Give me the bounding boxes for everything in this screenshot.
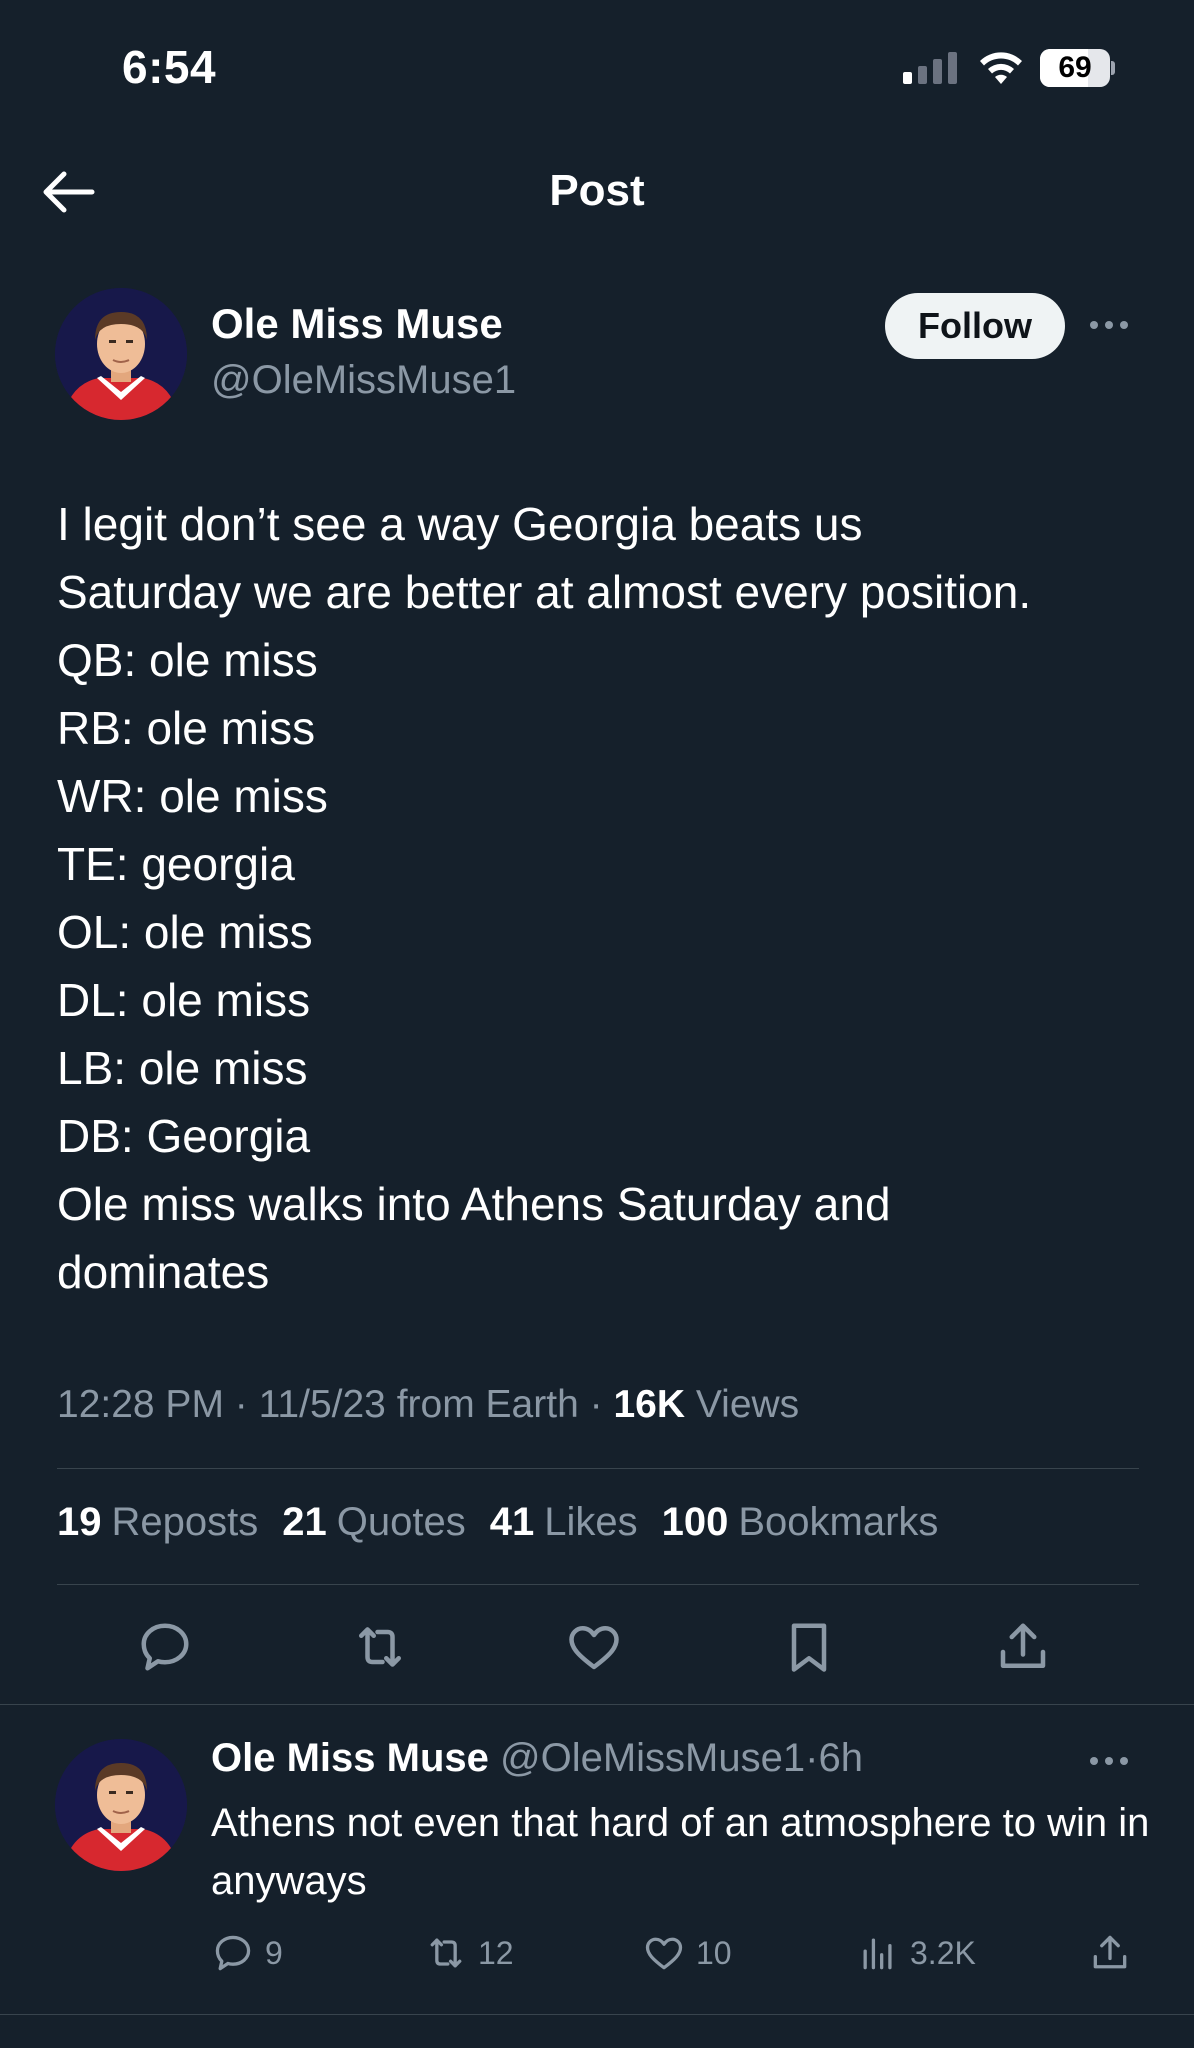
views-label: Views xyxy=(695,1383,800,1426)
likes-stat[interactable]: 41 Likes xyxy=(490,1500,638,1545)
repost-count: 12 xyxy=(478,1934,514,1971)
divider xyxy=(0,2014,1194,2015)
divider xyxy=(57,1468,1139,1469)
like-count: 10 xyxy=(696,1934,732,1971)
engagement-stats: 19 Reposts 21 Quotes 41 Likes 100 Bookmarks xyxy=(57,1500,938,1545)
reply-count: 9 xyxy=(265,1934,283,1971)
reply-like-button[interactable]: 10 xyxy=(642,1925,732,1981)
post-line: DL: ole miss xyxy=(57,974,311,1026)
likes-count: 41 xyxy=(489,1500,535,1544)
reply-comment-button[interactable]: 9 xyxy=(211,1925,283,1981)
like-icon[interactable] xyxy=(564,1617,624,1677)
status-time: 6:54 xyxy=(122,41,217,93)
post-line: DB: Georgia xyxy=(57,1110,311,1162)
post-line: QB: ole miss xyxy=(57,634,318,686)
battery-percentage: 69 xyxy=(1058,51,1092,84)
author-handle[interactable]: @OleMissMuse1 xyxy=(211,358,516,403)
post-line: Ole miss walks into Athens Saturday and xyxy=(57,1178,891,1230)
post-metadata: 12:28 PM · 11/5/23 from Earth · 16K View… xyxy=(57,1383,799,1427)
reply-more-options-icon[interactable] xyxy=(1090,1754,1136,1768)
bookmarks-count: 100 xyxy=(661,1500,729,1544)
like-icon xyxy=(645,1937,683,1970)
post-line: Saturday we are better at almost every p… xyxy=(57,566,1032,618)
views-chart-icon xyxy=(863,1938,892,1970)
post-text: I legit don’t see a way Georgia beats us… xyxy=(57,490,1157,1306)
quotes-label: Quotes xyxy=(336,1500,466,1544)
wifi-icon xyxy=(980,52,1022,84)
separator: · xyxy=(589,1383,603,1426)
author-avatar[interactable] xyxy=(55,288,187,420)
reply-icon xyxy=(215,1935,251,1971)
separator: · xyxy=(805,1736,819,1780)
views-count: 16K xyxy=(613,1383,685,1426)
reply-text: Athens not even that hard of an atmosphe… xyxy=(211,1801,1150,1903)
post-date: 11/5/23 xyxy=(258,1383,386,1426)
post-line: I legit don’t see a way Georgia beats us xyxy=(57,498,863,550)
follow-button[interactable]: Follow xyxy=(885,293,1065,359)
post-source: from Earth xyxy=(396,1383,579,1426)
bookmarks-stat[interactable]: 100 Bookmarks xyxy=(662,1500,939,1545)
reply-views-button[interactable]: 3.2K xyxy=(856,1925,976,1981)
divider xyxy=(57,1584,1139,1585)
reply-age[interactable]: 6h xyxy=(818,1736,863,1780)
post-line: RB: ole miss xyxy=(57,702,316,754)
post-line: dominates xyxy=(57,1246,270,1298)
views-count: 3.2K xyxy=(910,1934,976,1971)
reply-share-button[interactable] xyxy=(1088,1925,1132,1981)
bookmarks-label: Bookmarks xyxy=(738,1500,939,1544)
reply-author-avatar[interactable] xyxy=(55,1739,187,1871)
avatar-illustration xyxy=(55,1739,187,1871)
reply-header: Ole Miss Muse @OleMissMuse1·6h xyxy=(211,1736,863,1781)
reposts-count: 19 xyxy=(57,1500,102,1544)
reply-author-name[interactable]: Ole Miss Muse xyxy=(211,1736,489,1780)
avatar-illustration xyxy=(55,288,187,420)
post-line: TE: georgia xyxy=(57,838,295,890)
reply-icon[interactable] xyxy=(135,1617,195,1677)
divider xyxy=(0,1704,1194,1705)
author-name[interactable]: Ole Miss Muse xyxy=(211,300,503,348)
share-icon xyxy=(1093,1935,1127,1969)
more-options-icon[interactable] xyxy=(1090,318,1136,332)
repost-icon xyxy=(430,1938,462,1968)
share-icon[interactable] xyxy=(993,1617,1053,1677)
likes-label: Likes xyxy=(544,1500,638,1544)
reposts-label: Reposts xyxy=(111,1500,259,1544)
post-line: LB: ole miss xyxy=(57,1042,308,1094)
quotes-stat[interactable]: 21 Quotes xyxy=(282,1500,465,1545)
post-line: WR: ole miss xyxy=(57,770,328,822)
reply-author-handle[interactable]: @OleMissMuse1 xyxy=(500,1736,805,1780)
repost-icon[interactable] xyxy=(350,1617,410,1677)
post-time: 12:28 PM xyxy=(57,1383,224,1426)
reply-repost-button[interactable]: 12 xyxy=(424,1925,514,1981)
reposts-stat[interactable]: 19 Reposts xyxy=(57,1500,258,1545)
bookmark-icon[interactable] xyxy=(779,1617,839,1677)
quotes-count: 21 xyxy=(282,1500,327,1544)
post-line: OL: ole miss xyxy=(57,906,313,958)
cellular-signal-icon xyxy=(903,52,957,84)
separator: · xyxy=(234,1383,248,1426)
battery-indicator: 69 xyxy=(1040,49,1115,87)
page-title: Post xyxy=(549,166,645,215)
